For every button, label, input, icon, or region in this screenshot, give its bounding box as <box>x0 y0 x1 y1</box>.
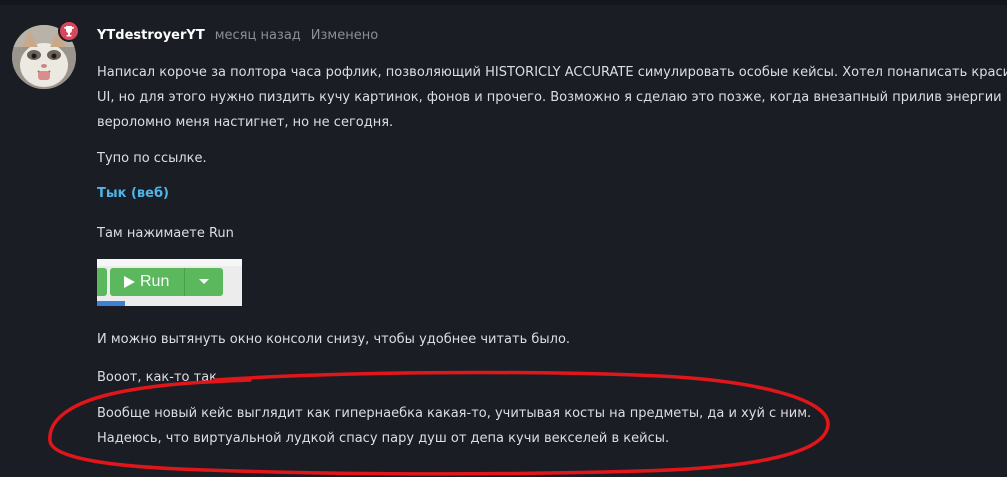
post-paragraph-6: Вообще новый кейс выглядит как гипернаеб… <box>97 401 977 451</box>
paragraph-6-line-2: Надеюсь, что виртуальной лудкой спасу па… <box>97 431 670 446</box>
paragraph-6-line-1: Вообще новый кейс выглядит как гипернаеб… <box>97 406 812 421</box>
run-button-screenshot: Run <box>97 259 242 306</box>
trophy-badge <box>58 20 80 42</box>
post-paragraph-1: Написал короче за полтора часа рофлик, п… <box>97 60 1007 135</box>
top-divider <box>0 0 1007 5</box>
post-paragraph-3: Там нажимаете Run <box>97 226 234 241</box>
post-paragraph-2: Тупо по ссылке. <box>97 151 207 166</box>
run-button[interactable]: Run <box>110 268 223 296</box>
post-timestamp[interactable]: месяц назад <box>215 28 301 43</box>
play-icon <box>124 276 135 288</box>
edited-label: Изменено <box>310 28 379 43</box>
paragraph-1-line-2: UI, но для этого нужно пиздить кучу карт… <box>97 90 1002 105</box>
post-paragraph-5: Вооот, как-то так. <box>97 370 222 385</box>
username-link[interactable]: YTdestroyerYT <box>97 28 205 43</box>
progress-indicator <box>97 301 125 306</box>
run-button-label: Run <box>140 273 170 290</box>
trophy-icon <box>64 26 74 37</box>
web-link[interactable]: Тык (веб) <box>97 186 169 201</box>
paragraph-1-line-3: вероломно меня настигнет, но не сегодня. <box>97 115 394 130</box>
comment-post: YTdestroyerYT месяц назад Изменено Напис… <box>0 0 1007 477</box>
caret-down-icon[interactable] <box>198 278 210 286</box>
post-header: YTdestroyerYT месяц назад Изменено <box>97 28 378 44</box>
paragraph-1-line-1: Написал короче за полтора часа рофлик, п… <box>97 65 1007 80</box>
post-paragraph-4: И можно вытянуть окно консоли снизу, что… <box>97 332 571 347</box>
